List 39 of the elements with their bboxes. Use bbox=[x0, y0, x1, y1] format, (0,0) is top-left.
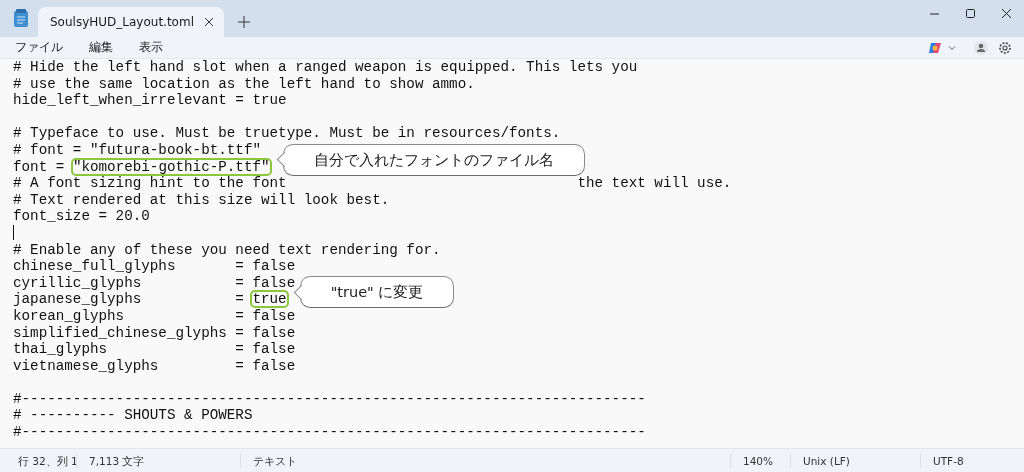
code-line: # Typeface to use. Must be truetype. Must be in resources/fonts. bbox=[13, 125, 561, 142]
code-line: vietnamese_glyphs = false bbox=[13, 357, 296, 374]
text-cursor bbox=[13, 224, 14, 240]
code-line: the text will use. bbox=[577, 175, 732, 192]
code-line: font_size = 20.0 bbox=[13, 208, 150, 225]
code-line: # Text rendered at this size will look best. bbox=[13, 191, 390, 208]
code-line: # font = "futura-book-bt.ttf" bbox=[13, 141, 261, 158]
menu-item[interactable]: 表示 bbox=[130, 38, 172, 57]
code-line: # ---------- SHOUTS & POWERS bbox=[13, 407, 253, 424]
plus-icon[interactable] bbox=[238, 16, 250, 28]
file-tab[interactable]: SoulsyHUD_Layout.toml bbox=[38, 7, 224, 37]
status-text: Unix (LF) bbox=[790, 454, 920, 468]
notepad-icon bbox=[14, 9, 28, 27]
profile-icon[interactable] bbox=[974, 40, 988, 55]
maximize-icon[interactable] bbox=[964, 7, 976, 19]
menu-item[interactable]: ファイル bbox=[6, 38, 72, 57]
code-line: simplified_chinese_glyphs = false bbox=[13, 324, 296, 341]
settings-icon[interactable] bbox=[998, 40, 1012, 55]
code-line: thai_glyphs = false bbox=[13, 341, 296, 358]
close-icon[interactable] bbox=[1000, 7, 1012, 19]
code-line: chinese_full_glyphs = false bbox=[13, 258, 296, 275]
status-text: 140% bbox=[730, 454, 790, 468]
code-line: hide_left_when_irrelevant = true bbox=[13, 92, 287, 109]
code-line: #------------------------------------------------------------------------- bbox=[13, 424, 646, 441]
status-text: UTF-8 bbox=[920, 454, 1024, 468]
highlighted-text: "komorebi-gothic-P.ttf" bbox=[72, 159, 270, 174]
code-line: japanese_glyphs = bbox=[13, 291, 245, 308]
code-line: # Enable any of these you need text rendering for. bbox=[13, 241, 441, 258]
status-text: 7,113 文字 bbox=[76, 454, 240, 468]
code-line: # A font sizing hint to the font bbox=[13, 175, 287, 192]
status-text: テキスト bbox=[240, 454, 730, 468]
code-line: # Hide the left hand slot when a ranged weapon is equipped. This lets you bbox=[13, 59, 638, 75]
close-icon[interactable] bbox=[204, 17, 214, 27]
code-line: #------------------------------------------------------------------------- bbox=[13, 390, 646, 407]
code-line: font = bbox=[13, 158, 66, 175]
code-line: # use the same location as the left hand to show ammo. bbox=[13, 75, 475, 92]
code-line: korean_glyphs = false bbox=[13, 307, 296, 324]
highlighted-text: true bbox=[252, 292, 287, 307]
menu-item[interactable]: 編集 bbox=[80, 38, 122, 57]
